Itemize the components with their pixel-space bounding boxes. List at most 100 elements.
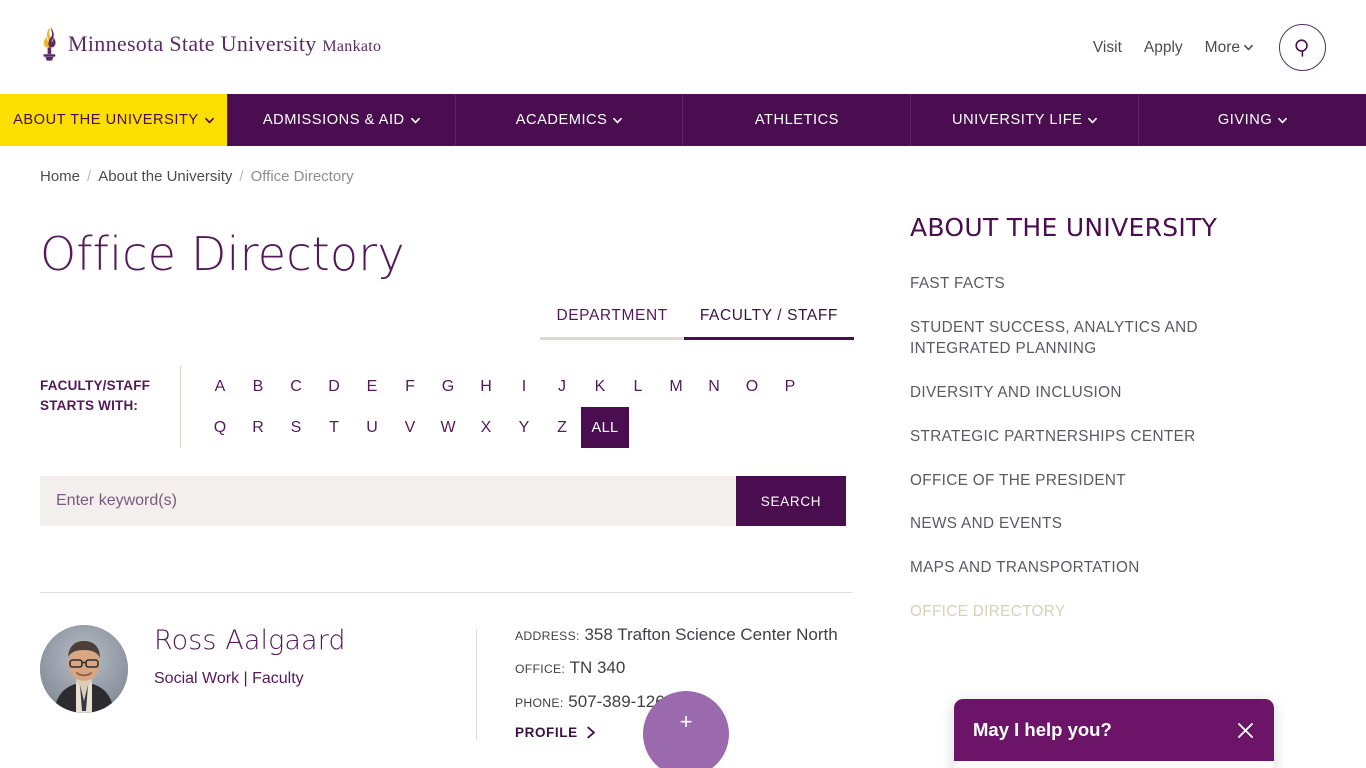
chevron-down-icon [410,117,420,123]
directory-tabs: DEPARTMENT FACULTY / STAFF [40,307,854,340]
alpha-letter-c[interactable]: C [277,366,315,407]
person-office-label: OFFICE: [515,662,566,677]
util-link-visit-label: Visit [1092,38,1122,56]
directory-search: SEARCH [40,476,846,526]
sidebar: ABOUT THE UNIVERSITY FAST FACTS STUDENT … [910,185,1320,740]
alpha-letter-s[interactable]: S [277,407,315,448]
sidebar-item-office-directory[interactable]: OFFICE DIRECTORY [910,590,1282,634]
chevron-down-icon [1278,117,1288,123]
breadcrumb-item-about-the-university[interactable]: About the University [98,168,232,185]
breadcrumb-separator: / [87,168,92,185]
sidebar-item-student-success[interactable]: STUDENT SUCCESS, ANALYTICS AND INTEGRATE… [910,306,1282,371]
person-info: Ross Aalgaard Social Work | Faculty [128,625,476,740]
search-input[interactable] [40,476,736,526]
alpha-letter-z[interactable]: Z [543,407,581,448]
alpha-letter-x[interactable]: X [467,407,505,448]
person-photo-icon [40,625,128,713]
sidebar-item-strategic-partnerships-center[interactable]: STRATEGIC PARTNERSHIPS CENTER [910,415,1282,459]
alpha-letter-j[interactable]: J [543,366,581,407]
util-link-visit[interactable]: Visit [1093,39,1122,57]
chatbot-header: May I help you? [954,699,1274,761]
alpha-letter-all[interactable]: ALL [581,407,629,448]
person-address-label: ADDRESS: [515,629,580,643]
nav-item-admissions-aid[interactable]: ADMISSIONS & AID [228,94,456,146]
util-link-apply[interactable]: Apply [1144,39,1183,57]
results-list: Ross Aalgaard Social Work | Faculty ADDR… [40,592,854,768]
person-office-line: OFFICE: TN 340 [515,658,838,678]
header-search-button[interactable] [1279,24,1326,71]
alpha-letter-w[interactable]: W [429,407,467,448]
alpha-letter-n[interactable]: N [695,366,733,407]
util-link-apply-label: Apply [1143,38,1183,56]
breadcrumb-item-home[interactable]: Home [40,168,80,185]
breadcrumb-item-office-directory: Office Directory [250,168,354,185]
chatbot-close-button[interactable] [1236,721,1255,740]
alpha-filter-letters: A B C D E F G H I J K L M N O P Q R S T … [201,366,841,448]
nav-item-academics[interactable]: ACADEMICS [456,94,684,146]
expand-plus-button[interactable]: + [643,691,729,768]
alpha-filter-label: FACULTY/STAFF STARTS WITH: [40,378,151,413]
chevron-down-icon [1244,44,1253,51]
alpha-letter-v[interactable]: V [391,407,429,448]
person-name[interactable]: Ross Aalgaard [154,625,476,656]
sidebar-list: FAST FACTS STUDENT SUCCESS, ANALYTICS AN… [910,262,1320,633]
nav-item-athletics-label: ATHLETICS [754,112,839,128]
nav-item-university-life-label: UNIVERSITY LIFE [952,112,1083,128]
person-address-value: 358 Trafton Science Center North [584,625,838,644]
site-logo[interactable]: Minnesota State University Mankato [38,26,381,62]
tab-department[interactable]: DEPARTMENT [540,307,684,340]
alpha-letter-e[interactable]: E [353,366,391,407]
avatar [40,625,128,713]
alpha-letter-q[interactable]: Q [201,407,239,448]
alpha-letter-t[interactable]: T [315,407,353,448]
chevron-down-icon [204,117,214,123]
sidebar-item-fast-facts[interactable]: FAST FACTS [910,262,1282,306]
util-link-more[interactable]: More [1205,39,1253,57]
primary-navigation: ABOUT THE UNIVERSITY ADMISSIONS & AID AC… [0,94,1366,146]
alpha-filter-divider [180,366,181,448]
chatbot-title: May I help you? [973,719,1112,740]
breadcrumb-separator: / [239,168,244,185]
chatbot-body: Hi there! I’m a chatbot here to answer y… [954,761,1274,768]
alpha-letter-f[interactable]: F [391,366,429,407]
search-button[interactable]: SEARCH [736,476,846,526]
utility-nav: Visit Apply More [1093,24,1326,71]
alpha-letter-r[interactable]: R [239,407,277,448]
alpha-letter-h[interactable]: H [467,366,505,407]
alpha-letter-i[interactable]: I [505,366,543,407]
alpha-letter-d[interactable]: D [315,366,353,407]
alpha-letter-y[interactable]: Y [505,407,543,448]
alpha-letter-u[interactable]: U [353,407,391,448]
search-icon [1294,38,1308,57]
sidebar-item-diversity-and-inclusion[interactable]: DIVERSITY AND INCLUSION [910,371,1282,415]
alpha-letter-a[interactable]: A [201,366,239,407]
alpha-letter-m[interactable]: M [657,366,695,407]
nav-item-about-the-university[interactable]: ABOUT THE UNIVERSITY [0,94,228,146]
person-phone-label: PHONE: [515,695,564,710]
person-office-value: TN 340 [569,658,626,678]
alpha-letter-g[interactable]: G [429,366,467,407]
alpha-filter: FACULTY/STAFF STARTS WITH: A B C D E F G… [40,366,854,448]
sidebar-item-news-and-events[interactable]: NEWS AND EVENTS [910,502,1282,546]
person-profile-label: PROFILE [515,725,578,741]
nav-item-giving[interactable]: GIVING [1139,94,1366,146]
chevron-down-icon [1088,117,1098,123]
tab-faculty-staff[interactable]: FACULTY / STAFF [683,307,854,340]
logo-wordmark: Minnesota State University Mankato [68,31,381,57]
alpha-letter-k[interactable]: K [581,366,619,407]
alpha-letter-l[interactable]: L [619,366,657,407]
alpha-letter-o[interactable]: O [733,366,771,407]
result-row: Ross Aalgaard Social Work | Faculty ADDR… [40,593,854,768]
nav-item-university-life[interactable]: UNIVERSITY LIFE [911,94,1140,146]
logo-line1: Minnesota State University [68,31,317,56]
alpha-letter-b[interactable]: B [239,366,277,407]
alpha-letter-p[interactable]: P [771,366,809,407]
main-column: Office Directory DEPARTMENT FACULTY / ST… [40,185,854,768]
sidebar-title: ABOUT THE UNIVERSITY [910,213,1218,242]
util-link-more-label: More [1204,38,1240,56]
sidebar-item-office-of-the-president[interactable]: OFFICE OF THE PRESIDENT [910,459,1282,503]
close-icon [1238,722,1253,738]
page-title: Office Directory [40,227,405,281]
nav-item-athletics[interactable]: ATHLETICS [683,94,912,146]
sidebar-item-maps-and-transportation[interactable]: MAPS AND TRANSPORTATION [910,546,1282,590]
